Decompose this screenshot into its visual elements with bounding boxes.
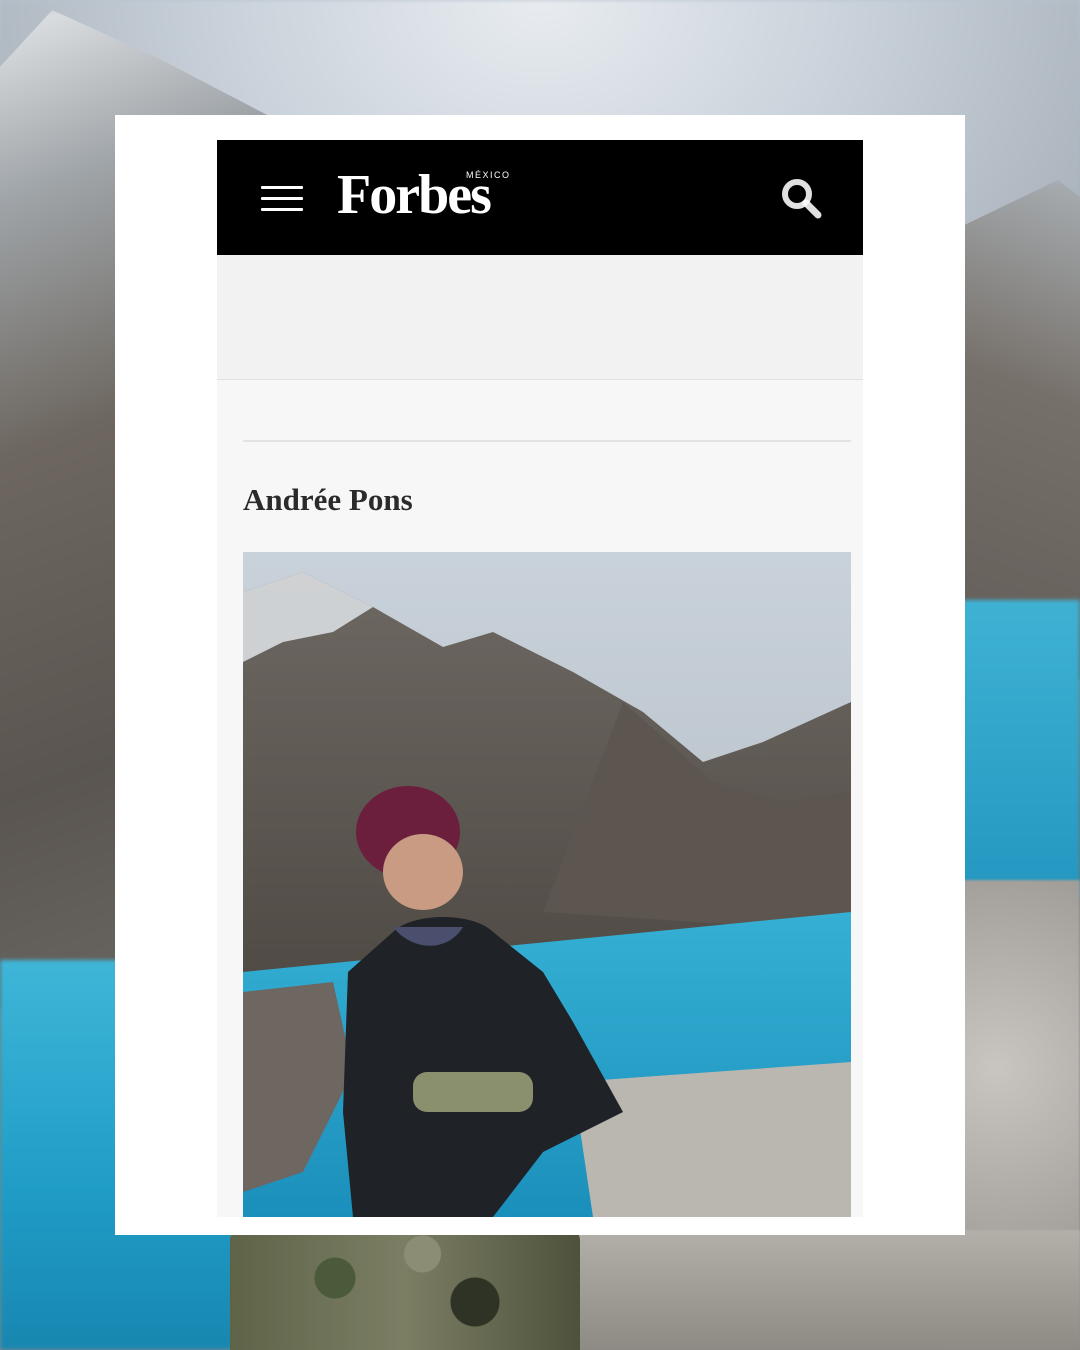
site-header: Forbes MÉXICO: [217, 140, 863, 255]
background-camo-pants: [230, 1230, 580, 1350]
ad-placeholder: [217, 255, 863, 380]
author-photo: [243, 552, 851, 1217]
background-lake-right: [950, 600, 1080, 900]
background-rock-bottom: [540, 1230, 1080, 1350]
section-divider: [243, 440, 851, 442]
hamburger-menu-icon[interactable]: [261, 184, 305, 214]
screenshot-card: Forbes MÉXICO Andrée Pons: [115, 115, 965, 1235]
search-icon[interactable]: [777, 174, 825, 222]
author-name: Andrée Pons: [243, 482, 413, 517]
logo-region-label: MÉXICO: [466, 170, 511, 180]
instagram-post: Forbes MÉXICO Andrée Pons: [0, 0, 1080, 1350]
mobile-webpage: Forbes MÉXICO Andrée Pons: [217, 140, 863, 1217]
